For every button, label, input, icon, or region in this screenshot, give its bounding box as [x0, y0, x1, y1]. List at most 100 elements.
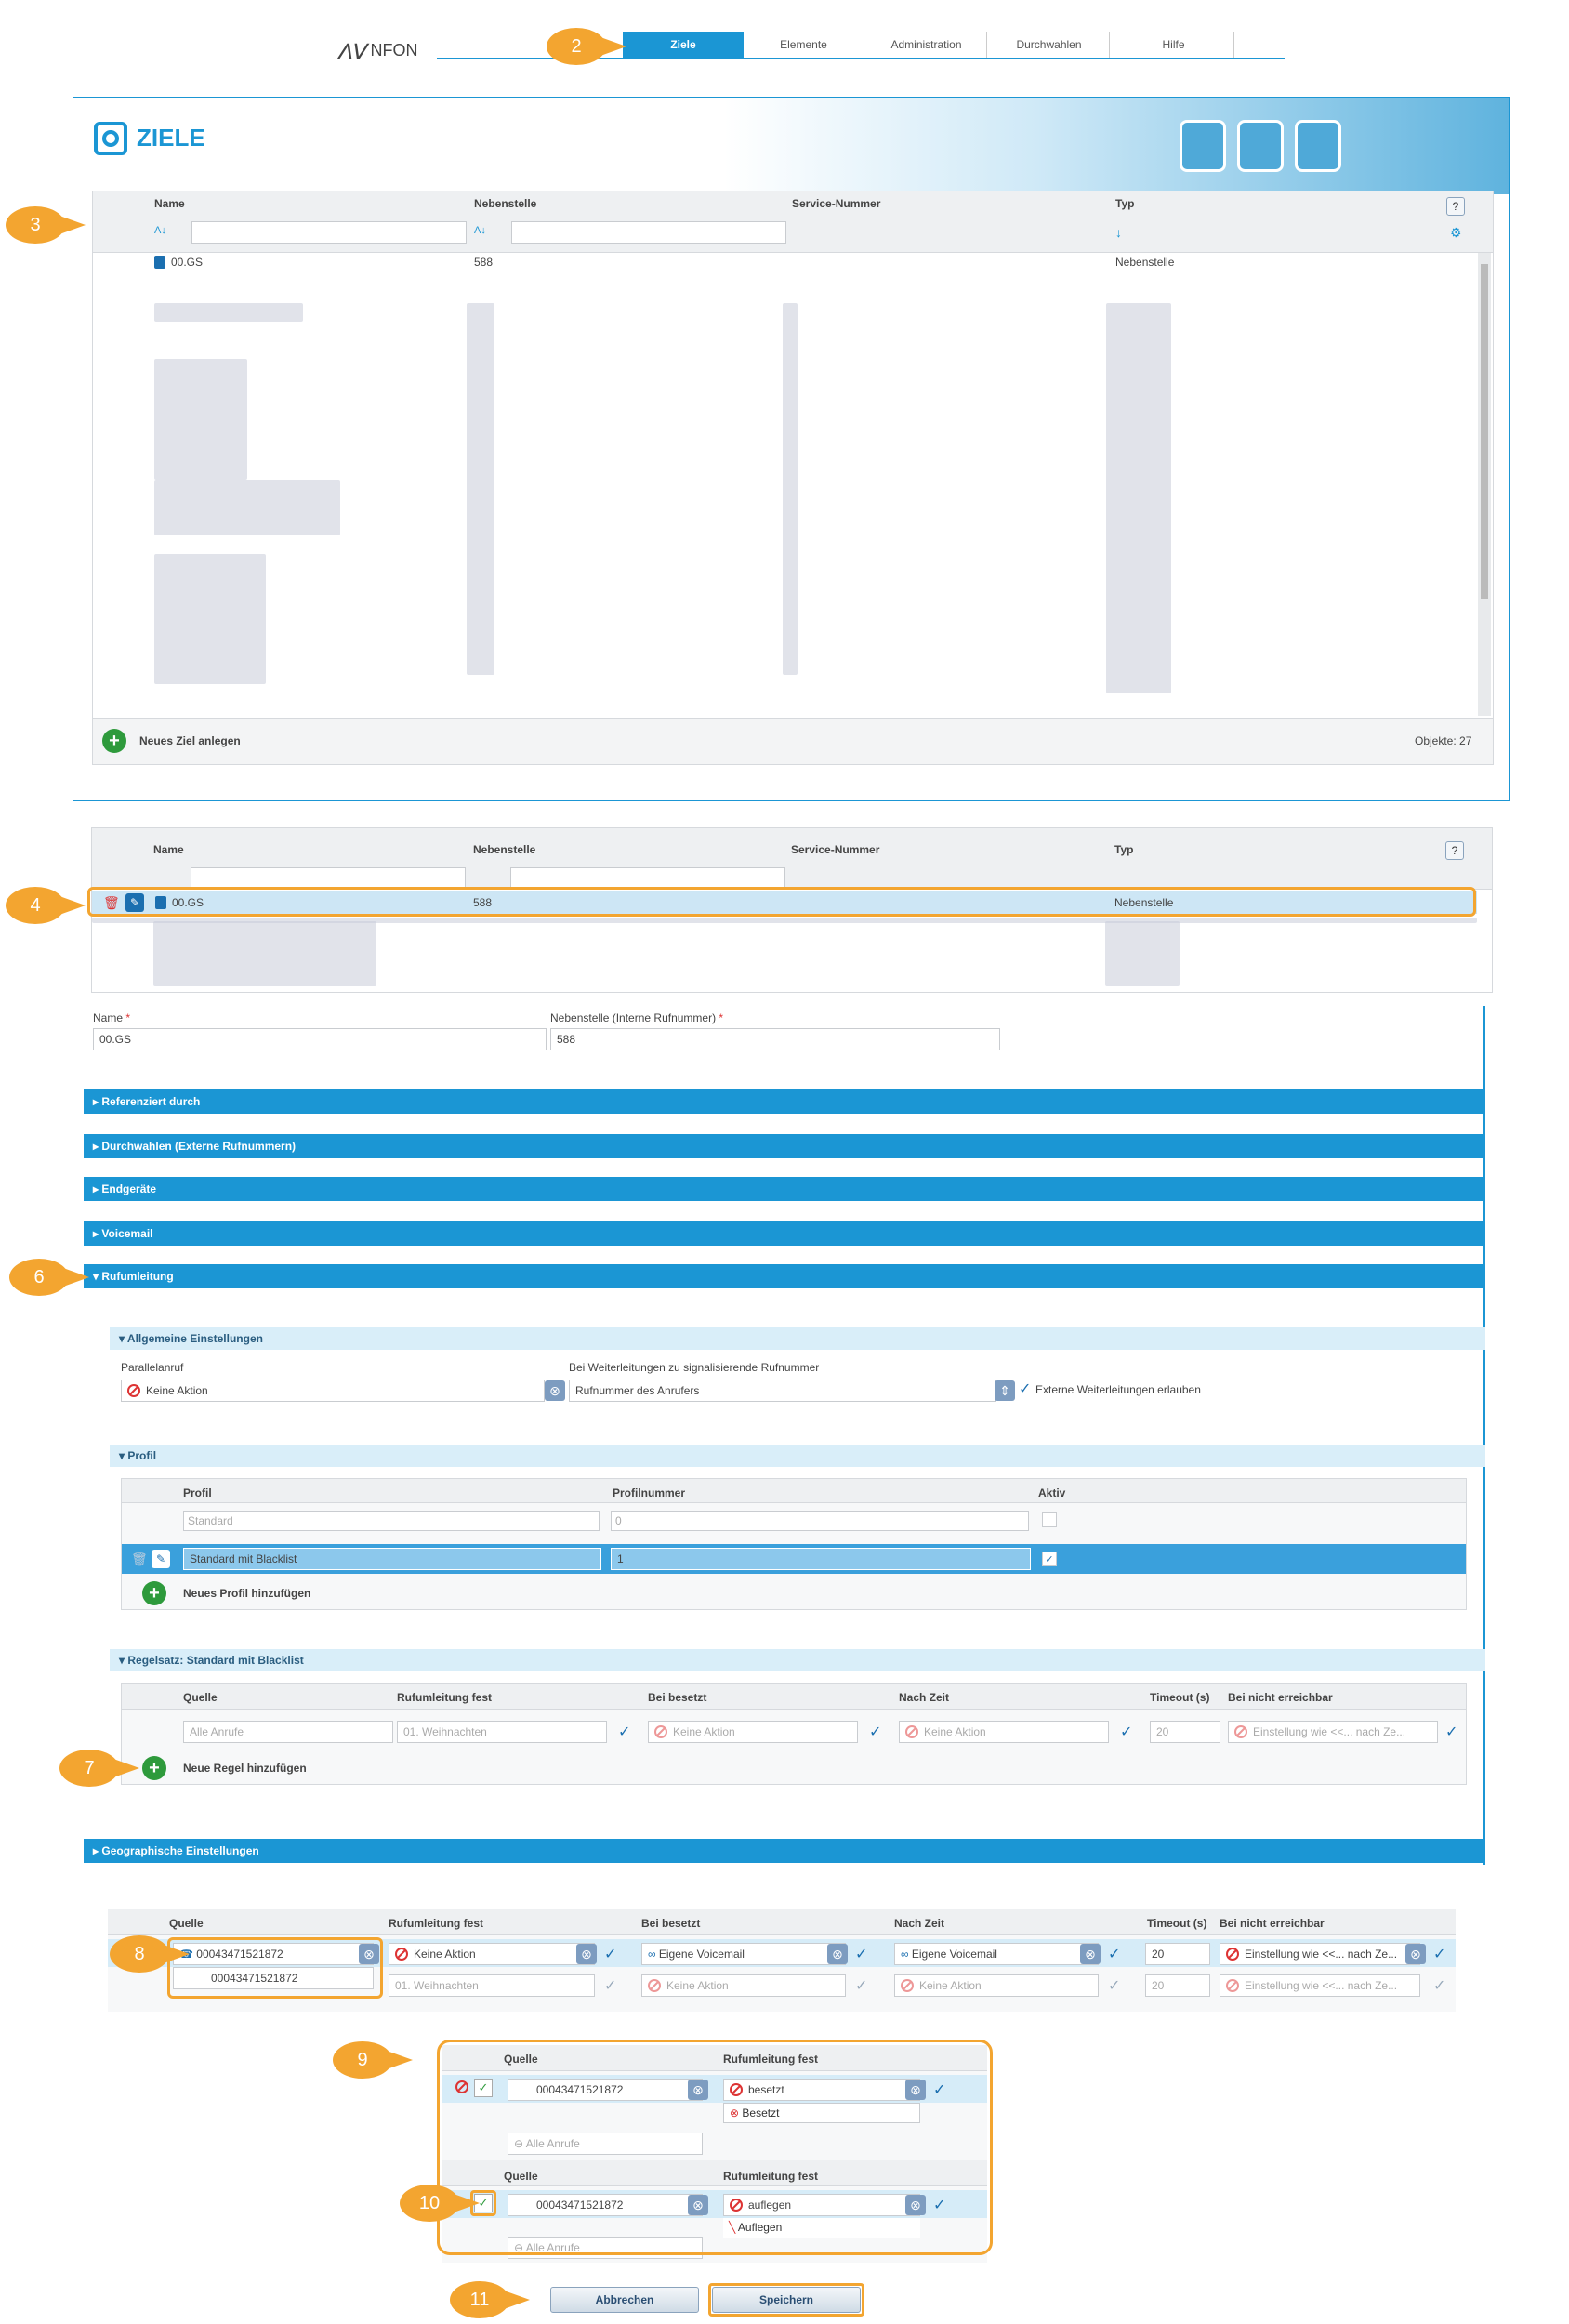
check-icon[interactable]: ✓ [604, 1945, 616, 1963]
add-profil-label[interactable]: Neues Profil hinzufügen [183, 1587, 310, 1600]
filter-name-input[interactable] [191, 221, 467, 244]
profil-row-active[interactable] [1042, 1512, 1057, 1527]
sort-typ-icon[interactable]: ↓ [1115, 225, 1122, 240]
section-voicemail[interactable]: ▸ Voicemail [84, 1221, 1485, 1246]
callout-number: 9 [357, 2049, 368, 2070]
add-ziel-label[interactable]: Neues Ziel anlegen [139, 734, 241, 747]
rule-source[interactable]: Alle Anrufe [183, 1721, 393, 1743]
parallel-clear-button[interactable]: ⊗ [545, 1380, 565, 1401]
rule-fixed[interactable]: 01. Weihnachten [397, 1721, 607, 1743]
table-row[interactable]: 00.GS 588 Nebenstelle [93, 253, 1478, 271]
check-icon[interactable]: ✓ [855, 1976, 867, 1995]
tab-durchwahlen[interactable]: Durchwahlen [989, 32, 1110, 58]
row2-timeout[interactable]: 20 [1145, 1974, 1210, 1997]
section-endgeraete[interactable]: ▸ Endgeräte [84, 1177, 1485, 1201]
subsection-general[interactable]: ▾ Allgemeine Einstellungen [110, 1327, 1485, 1350]
top-nav: ⋀⋁ NFON Ziele Elemente Administration Du… [0, 0, 1569, 74]
add-rule-label[interactable]: Neue Regel hinzufügen [183, 1762, 307, 1775]
rule-timeout[interactable]: 20 [1150, 1721, 1220, 1743]
rule-time[interactable]: Keine Aktion [899, 1721, 1109, 1743]
check-icon[interactable]: ✓ [1433, 1976, 1445, 1995]
profil-header [122, 1479, 1466, 1503]
add-ziel-icon[interactable]: + [102, 729, 126, 753]
callout-10: 10 [400, 2185, 480, 2222]
callout-number: 10 [418, 2192, 441, 2213]
scrollbar[interactable] [1478, 253, 1491, 716]
check-icon[interactable]: ✓ [855, 1945, 867, 1963]
check-icon[interactable]: ✓ [1433, 1945, 1445, 1963]
time-clear-button[interactable]: ⊗ [1080, 1944, 1101, 1964]
check-icon[interactable]: ✓ [1120, 1723, 1132, 1741]
rule-unreach[interactable]: Einstellung wie <<... nach Ze... [1228, 1721, 1438, 1743]
subsection-regelsatz[interactable]: ▾ Regelsatz: Standard mit Blacklist [110, 1649, 1485, 1671]
callout-number: 8 [134, 1943, 145, 1964]
sort-name-icon[interactable]: A↓ [154, 225, 166, 236]
subsection-profil[interactable]: ▾ Profil [110, 1445, 1485, 1467]
filter-nebenstelle-input[interactable] [511, 221, 786, 244]
delete-icon[interactable]: 🗑 [131, 1552, 148, 1567]
section-label: Durchwahlen (Externe Rufnummern) [101, 1140, 297, 1153]
col-nicht-erreichbar: Bei nicht erreichbar [1220, 1917, 1325, 1930]
help-button[interactable]: ? [1445, 841, 1464, 860]
check-icon[interactable]: ✓ [1108, 1976, 1120, 1995]
check-icon[interactable]: ✓ [604, 1976, 616, 1995]
required-mark: * [125, 1011, 131, 1024]
tab-ziele[interactable]: Ziele [623, 32, 744, 58]
col-timeout: Timeout (s) [1147, 1917, 1207, 1930]
edit-time-select[interactable]: ∞ Eigene Voicemail [894, 1943, 1099, 1965]
help-button[interactable]: ? [1446, 197, 1465, 216]
profil-row-number[interactable]: 0 [611, 1511, 1029, 1531]
section-geographisch[interactable]: ▸ Geographische Einstellungen [84, 1839, 1485, 1863]
fixed-clear-button[interactable]: ⊗ [576, 1944, 597, 1964]
edit-timeout-input[interactable]: 20 [1145, 1943, 1210, 1965]
cancel-button[interactable]: Abbrechen [550, 2287, 699, 2313]
parallel-value: Keine Aktion [146, 1384, 208, 1397]
signal-spinner-button[interactable]: ⇕ [995, 1380, 1015, 1401]
signal-select[interactable]: Rufnummer des Anrufers [569, 1380, 996, 1402]
section-rufumleitung[interactable]: ▾ Rufumleitung [84, 1264, 1485, 1288]
check-icon[interactable]: ✓ [618, 1723, 630, 1741]
edit-busy-select[interactable]: ∞ Eigene Voicemail [641, 1943, 846, 1965]
add-profil-icon[interactable]: + [142, 1581, 166, 1605]
rule-busy[interactable]: Keine Aktion [648, 1721, 858, 1743]
profil-row-name[interactable]: Standard mit Blacklist [183, 1548, 601, 1570]
row2-busy-value: Keine Aktion [666, 1979, 729, 1992]
check-icon[interactable]: ✓ [1108, 1945, 1120, 1963]
check-icon[interactable]: ✓ [869, 1723, 881, 1741]
profil-row-active[interactable]: ✓ [1042, 1552, 1057, 1566]
tab-hilfe[interactable]: Hilfe [1114, 32, 1234, 58]
external-label: Externe Weiterleitungen erlauben [1035, 1383, 1201, 1396]
sort-ext-icon[interactable]: A↓ [474, 225, 486, 236]
check-icon[interactable]: ✓ [1445, 1723, 1457, 1741]
section-durchwahlen[interactable]: ▸ Durchwahlen (Externe Rufnummern) [84, 1134, 1485, 1158]
edit-fixed-select[interactable]: Keine Aktion [389, 1943, 595, 1965]
name-input[interactable]: 00.GS [93, 1028, 547, 1050]
profil-row-number[interactable]: 1 [611, 1548, 1031, 1570]
edit-icon[interactable]: ✎ [152, 1550, 170, 1568]
no-action-icon [395, 1948, 408, 1961]
row-typ: Nebenstelle [1115, 256, 1175, 269]
tab-label: Ziele [670, 38, 696, 51]
row2-unreach[interactable]: Einstellung wie <<... nach Ze... [1220, 1974, 1420, 1997]
rule-time-value: Keine Aktion [924, 1725, 986, 1738]
name-label-text: Name [93, 1011, 124, 1024]
edit-unreach-select[interactable]: Einstellung wie <<... nach Ze... [1220, 1943, 1420, 1965]
tab-administration[interactable]: Administration [866, 32, 987, 58]
row2-time[interactable]: Keine Aktion [894, 1974, 1099, 1997]
profil-row-name[interactable]: Standard [183, 1511, 600, 1531]
settings-icon[interactable]: ⚙ [1450, 225, 1462, 241]
row2-fixed[interactable]: 01. Weihnachten [389, 1974, 595, 1997]
blurred-row [153, 921, 376, 986]
section-referenziert[interactable]: ▸ Referenziert durch [84, 1089, 1485, 1114]
parallel-select[interactable]: Keine Aktion [121, 1380, 545, 1402]
external-checkbox[interactable]: ✓ [1019, 1380, 1031, 1398]
section-label: Geographische Einstellungen [101, 1844, 259, 1857]
add-rule-icon[interactable]: + [142, 1756, 166, 1780]
busy-clear-button[interactable]: ⊗ [827, 1944, 848, 1964]
tab-elemente[interactable]: Elemente [744, 32, 864, 58]
ext-input[interactable]: 588 [550, 1028, 1000, 1050]
row2-busy[interactable]: Keine Aktion [641, 1974, 846, 1997]
scrollbar-thumb[interactable] [1481, 264, 1488, 599]
rule-unreach-value: Einstellung wie <<... nach Ze... [1253, 1725, 1406, 1738]
unreach-clear-button[interactable]: ⊗ [1405, 1944, 1426, 1964]
